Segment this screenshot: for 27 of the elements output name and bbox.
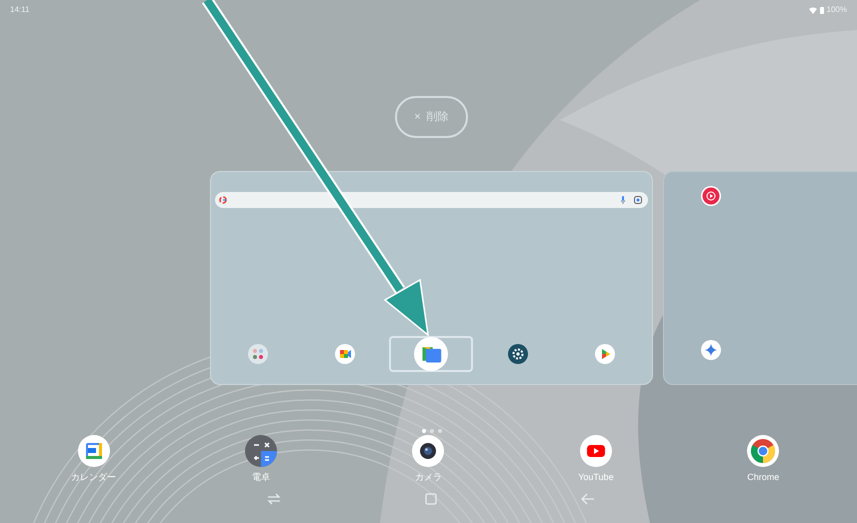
- lens-icon[interactable]: [634, 196, 642, 204]
- app-label: Chrome: [747, 471, 780, 484]
- battery-icon: [820, 6, 824, 14]
- app-label: カレンダー: [71, 471, 116, 484]
- calendar-icon[interactable]: [78, 435, 110, 467]
- video-camera-icon[interactable]: [334, 344, 355, 364]
- video-play-icon[interactable]: [580, 435, 612, 467]
- play-store-icon[interactable]: [594, 344, 615, 364]
- highlighted-app-slot[interactable]: [389, 336, 474, 372]
- browser-icon[interactable]: [747, 435, 780, 467]
- app-label: 電卓: [252, 471, 270, 484]
- app-label: カメラ: [414, 471, 442, 484]
- calculator-icon[interactable]: [245, 435, 278, 467]
- recents-switch-icon[interactable]: [267, 492, 281, 504]
- google-icon: [219, 196, 227, 204]
- camera-icon[interactable]: [412, 435, 444, 467]
- delete-button[interactable]: × 削除: [395, 96, 468, 138]
- search-bar[interactable]: [215, 192, 648, 208]
- mic-icon[interactable]: [621, 196, 625, 204]
- files-icon[interactable]: [414, 337, 448, 371]
- music-icon[interactable]: [701, 186, 721, 206]
- sparkle-icon[interactable]: [701, 340, 721, 360]
- settings-icon[interactable]: [508, 344, 528, 364]
- app-folder-icon[interactable]: [248, 344, 268, 364]
- app-label: YouTube: [578, 471, 614, 484]
- wifi-icon: [808, 6, 817, 14]
- status-time: 14:11: [10, 4, 30, 16]
